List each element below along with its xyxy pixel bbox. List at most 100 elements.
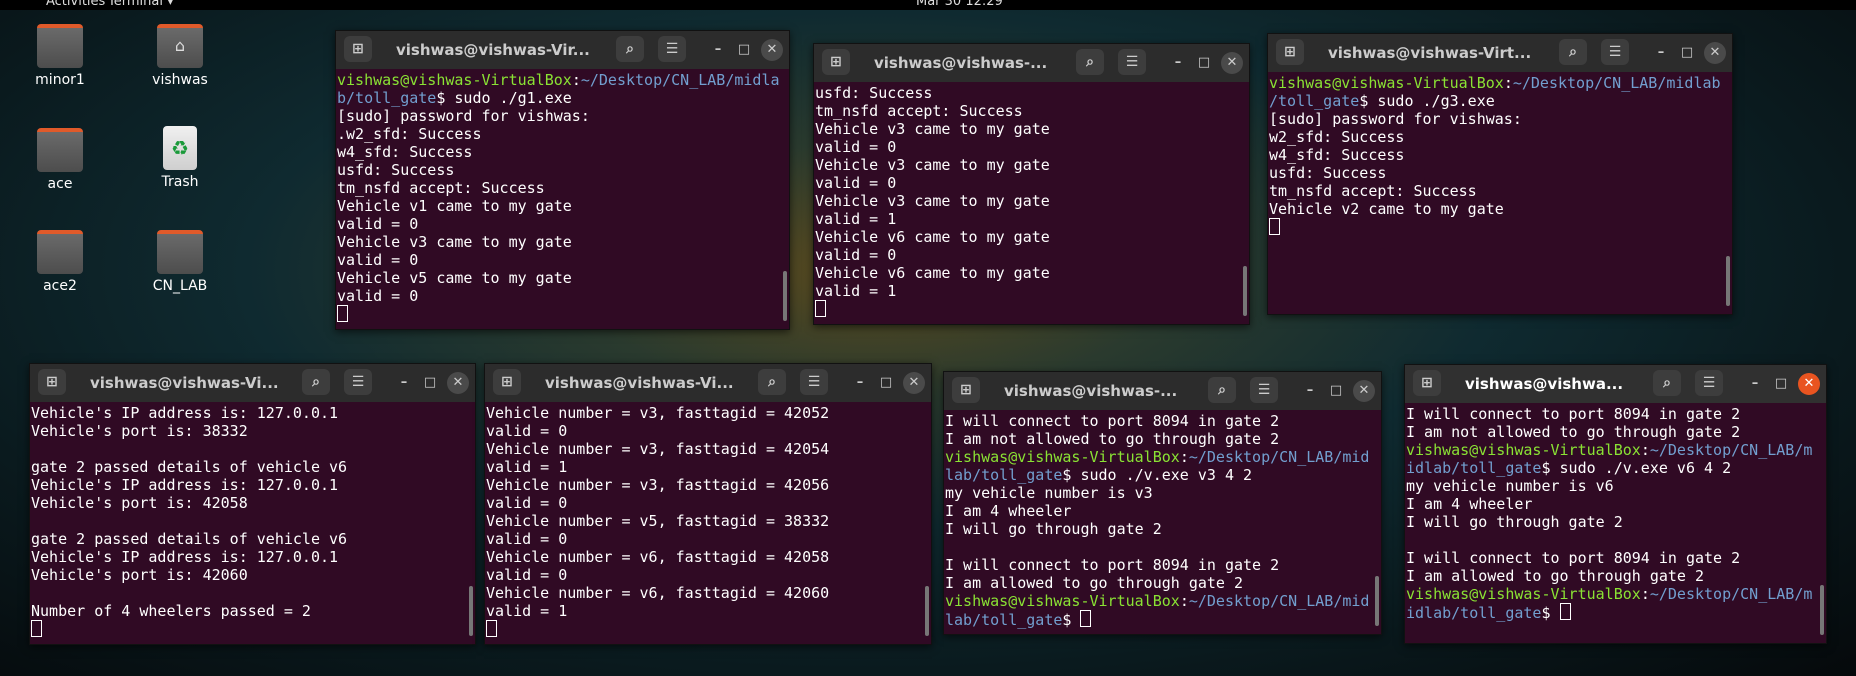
terminal-line: vishwas@vishwas-VirtualBox:~/Desktop/CN_… — [945, 448, 1371, 466]
maximize-icon[interactable]: □ — [875, 372, 897, 394]
prompt-path: idlab/toll_gate — [1406, 604, 1542, 622]
scrollbar[interactable] — [783, 271, 787, 321]
desktop-folder-ace2[interactable]: ace2 — [10, 230, 110, 294]
maximize-icon[interactable]: □ — [733, 39, 755, 61]
minimize-icon[interactable]: – — [707, 39, 729, 61]
terminal-line: I will connect to port 8094 in gate 2 — [1406, 549, 1741, 567]
hamburger-menu-icon[interactable]: ☰ — [1118, 49, 1146, 75]
hamburger-menu-icon[interactable]: ☰ — [1601, 39, 1629, 65]
terminal-line: my vehicle number is v3 — [945, 484, 1153, 502]
window-titlebar[interactable]: ⊞ vishwas@vishwa... ⌕ ☰ – □ ✕ — [1405, 365, 1826, 403]
terminal-line: Vehicle v2 came to my gate — [1269, 200, 1504, 218]
close-icon[interactable]: ✕ — [903, 372, 925, 394]
close-icon[interactable]: ✕ — [1798, 373, 1820, 395]
terminal-window-g3[interactable]: ⊞ vishwas@vishwas-Virt... ⌕ ☰ – □ ✕ vishwas@vis… — [1267, 33, 1733, 315]
hamburger-menu-icon[interactable]: ☰ — [344, 369, 372, 395]
terminal-line: Vehicle number = v3, fasttagid = 42056 — [486, 476, 830, 494]
terminal-line: tm_nsfd accept: Success — [337, 179, 545, 197]
text-cursor — [1559, 603, 1571, 620]
command-text: $ — [1062, 611, 1081, 629]
terminal-line: Vehicle v3 came to my gate — [815, 156, 1050, 174]
terminal-output[interactable]: vishwas@vishwas-VirtualBox:~/Desktop/CN_… — [1269, 74, 1722, 314]
hamburger-menu-icon[interactable]: ☰ — [800, 369, 828, 395]
terminal-line: Vehicle v3 came to my gate — [337, 233, 572, 251]
minimize-icon[interactable]: – — [849, 372, 871, 394]
search-icon[interactable]: ⌕ — [1559, 39, 1587, 65]
scrollbar[interactable] — [1375, 576, 1379, 626]
maximize-icon[interactable]: □ — [1770, 373, 1792, 395]
window-title: vishwas@vishwas-Virt... — [1328, 44, 1532, 62]
maximize-icon[interactable]: □ — [1676, 42, 1698, 64]
search-icon[interactable]: ⌕ — [1076, 49, 1104, 75]
close-icon[interactable]: ✕ — [1221, 52, 1243, 74]
terminal-line: usfd: Success — [337, 161, 455, 179]
terminal-line: Vehicle's port is: 38332 — [31, 422, 248, 440]
window-title: vishwas@vishwa... — [1465, 375, 1624, 393]
scrollbar[interactable] — [1820, 585, 1824, 635]
maximize-icon[interactable]: □ — [1193, 52, 1215, 74]
terminal-output[interactable]: Vehicle number = v3, fasttagid = 42052 va… — [486, 404, 921, 644]
desktop-folder-cn-lab[interactable]: CN_LAB — [130, 230, 230, 294]
terminal-output[interactable]: Vehicle's IP address is: 127.0.0.1 Vehicl… — [31, 404, 465, 644]
new-tab-icon[interactable]: ⊞ — [952, 377, 980, 403]
window-titlebar[interactable]: ⊞ vishwas@vishwas-Vi... ⌕ ☰ – □ ✕ — [30, 364, 475, 402]
desktop-folder-minor1[interactable]: minor1 — [10, 24, 110, 88]
search-icon[interactable]: ⌕ — [758, 369, 786, 395]
prompt-user: vishwas@vishwas-VirtualBox — [337, 71, 572, 89]
terminal-window-fasttag[interactable]: ⊞ vishwas@vishwas-Vi... ⌕ ☰ – □ ✕ Vehicle numbe… — [484, 363, 932, 645]
window-titlebar[interactable]: ⊞ vishwas@vishwas-Virt... ⌕ ☰ – □ ✕ — [1268, 34, 1732, 72]
hamburger-menu-icon[interactable]: ☰ — [1695, 370, 1723, 396]
terminal-output[interactable]: I will connect to port 8094 in gate 2I a… — [1406, 405, 1816, 643]
minimize-icon[interactable]: – — [1650, 42, 1672, 64]
minimize-icon[interactable]: – — [1299, 380, 1321, 402]
new-tab-icon[interactable]: ⊞ — [344, 36, 372, 62]
new-tab-icon[interactable]: ⊞ — [493, 369, 521, 395]
maximize-icon[interactable]: □ — [419, 372, 441, 394]
terminal-line: vishwas@vishwas-VirtualBox:~/Desktop/CN_… — [945, 592, 1371, 610]
scrollbar[interactable] — [925, 586, 929, 636]
window-titlebar[interactable]: ⊞ vishwas@vishwas-... ⌕ ☰ – □ ✕ — [814, 44, 1249, 82]
terminal-window-gate2-log[interactable]: ⊞ vishwas@vishwas-Vi... ⌕ ☰ – □ ✕ Vehicle's IP … — [29, 363, 476, 645]
desktop-trash[interactable]: ♻ Trash — [130, 126, 230, 190]
new-tab-icon[interactable]: ⊞ — [822, 49, 850, 75]
hamburger-menu-icon[interactable]: ☰ — [1250, 377, 1278, 403]
terminal-app-menu[interactable]: Terminal ▾ — [108, 0, 174, 9]
maximize-icon[interactable]: □ — [1325, 380, 1347, 402]
terminal-window-vehicle-v3[interactable]: ⊞ vishwas@vishwas-... ⌕ ☰ – □ ✕ I will connect … — [943, 371, 1382, 635]
scrollbar[interactable] — [1726, 256, 1730, 306]
scrollbar[interactable] — [1243, 266, 1247, 316]
window-titlebar[interactable]: ⊞ vishwas@vishwas-Vi... ⌕ ☰ – □ ✕ — [485, 364, 931, 402]
search-icon[interactable]: ⌕ — [1653, 370, 1681, 396]
activities-button[interactable]: Activities — [46, 0, 105, 9]
new-tab-icon[interactable]: ⊞ — [38, 369, 66, 395]
minimize-icon[interactable]: – — [393, 372, 415, 394]
window-titlebar[interactable]: ⊞ vishwas@vishwas-... ⌕ ☰ – □ ✕ — [944, 372, 1381, 410]
terminal-window-gate2[interactable]: ⊞ vishwas@vishwas-... ⌕ ☰ – □ ✕ usfd: Success tm… — [813, 43, 1250, 325]
terminal-output[interactable]: vishwas@vishwas-VirtualBox:~/Desktop/CN_… — [337, 71, 779, 329]
terminal-output[interactable]: I will connect to port 8094 in gate 2I a… — [945, 412, 1371, 634]
close-icon[interactable]: ✕ — [447, 372, 469, 394]
terminal-window-vehicle-v6[interactable]: ⊞ vishwas@vishwa... ⌕ ☰ – □ ✕ I will connect to… — [1404, 364, 1827, 644]
command-text: $ sudo ./v.exe v6 4 2 — [1541, 459, 1732, 477]
minimize-icon[interactable]: – — [1744, 373, 1766, 395]
hamburger-menu-icon[interactable]: ☰ — [658, 36, 686, 62]
terminal-output[interactable]: usfd: Success tm_nsfd accept: Success Vehi… — [815, 84, 1239, 324]
close-icon[interactable]: ✕ — [1353, 380, 1375, 402]
close-icon[interactable]: ✕ — [761, 39, 783, 61]
window-titlebar[interactable]: ⊞ vishwas@vishwas-Vir... ⌕ ☰ – □ ✕ — [336, 31, 789, 69]
desktop-folder-ace[interactable]: ace — [10, 128, 110, 192]
minimize-icon[interactable]: – — [1167, 52, 1189, 74]
search-icon[interactable]: ⌕ — [1208, 377, 1236, 403]
desktop-folder-home[interactable]: ⌂ vishwas — [130, 24, 230, 88]
search-icon[interactable]: ⌕ — [616, 36, 644, 62]
search-icon[interactable]: ⌕ — [302, 369, 330, 395]
clock[interactable]: Mar 30 12:29 — [916, 0, 1003, 9]
close-icon[interactable]: ✕ — [1704, 42, 1726, 64]
new-tab-icon[interactable]: ⊞ — [1413, 370, 1441, 396]
new-tab-icon[interactable]: ⊞ — [1276, 39, 1304, 65]
top-bar: Activities Terminal ▾ Mar 30 12:29 — [0, 0, 1856, 10]
terminal-window-g1[interactable]: ⊞ vishwas@vishwas-Vir... ⌕ ☰ – □ ✕ vishwas@vish… — [335, 30, 790, 330]
prompt-path: lab/toll_gate — [945, 466, 1063, 484]
scrollbar[interactable] — [469, 586, 473, 636]
